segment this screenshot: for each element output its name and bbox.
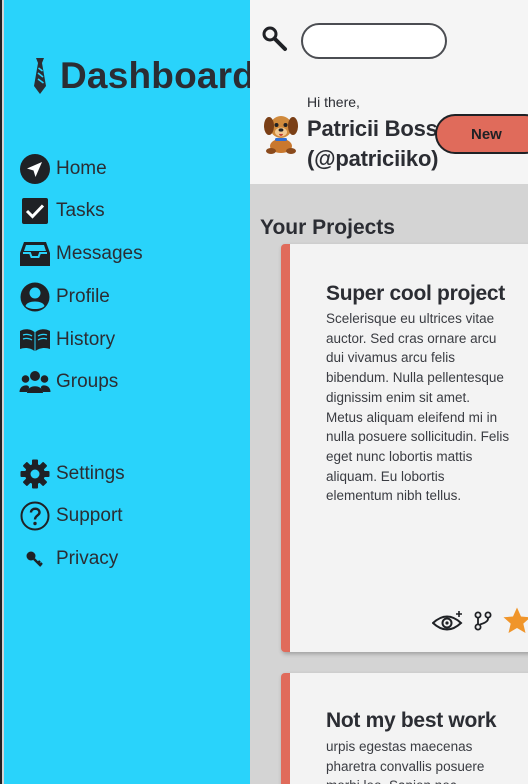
- watch-icon[interactable]: [432, 609, 464, 633]
- brand-title: Dashboard: [60, 55, 256, 96]
- sidebar-item-label: Tasks: [56, 200, 105, 221]
- help-circle-icon: [19, 500, 51, 532]
- sidebar-item-groups[interactable]: Groups: [19, 365, 239, 399]
- project-card[interactable]: Super cool project Scelerisque eu ultric…: [281, 244, 528, 652]
- sidebar-item-history[interactable]: History: [19, 323, 239, 357]
- navigation-arrow-icon: [19, 153, 51, 185]
- project-description: Scelerisque eu ultrices vitae auctor. Se…: [326, 311, 510, 504]
- checkbox-icon: [19, 195, 51, 227]
- sidebar-item-label: Profile: [56, 286, 110, 307]
- greeting-text: Hi there,: [307, 94, 360, 110]
- gear-icon: [19, 458, 51, 490]
- sidebar-item-privacy[interactable]: Privacy: [19, 542, 239, 576]
- project-title: Super cool project: [326, 282, 505, 305]
- tie-icon: [30, 56, 50, 96]
- open-book-icon: [19, 324, 51, 356]
- project-title: Not my best work: [326, 709, 497, 732]
- users-icon: [19, 366, 51, 398]
- sidebar-item-label: Groups: [56, 371, 119, 392]
- app-frame: Dashboard Home Tasks Messages Profile Hi…: [0, 0, 528, 784]
- sidebar-item-support[interactable]: Support: [19, 499, 239, 533]
- search-input[interactable]: [301, 23, 447, 59]
- fork-icon[interactable]: [474, 611, 492, 631]
- inbox-icon: [19, 238, 51, 270]
- sidebar-item-label: Support: [56, 505, 123, 526]
- avatar: [264, 112, 298, 154]
- sidebar-item-profile[interactable]: Profile: [19, 280, 239, 314]
- project-description: urpis egestas maecenas pharetra convalli…: [326, 739, 485, 784]
- section-title: Your Projects: [260, 216, 395, 239]
- user-icon: [19, 281, 51, 313]
- sidebar: Dashboard Home Tasks Messages Profile Hi…: [4, 0, 255, 784]
- new-button[interactable]: New: [435, 114, 528, 154]
- user-name: Patricii Boss: [307, 116, 438, 141]
- project-card[interactable]: Not my best work urpis egestas maecenas …: [281, 673, 528, 784]
- sidebar-item-settings[interactable]: Settings: [19, 457, 239, 491]
- sidebar-item-label: Settings: [56, 463, 125, 484]
- sidebar-item-tasks[interactable]: Tasks: [19, 194, 239, 228]
- star-icon[interactable]: [502, 606, 528, 636]
- sidebar-item-label: Privacy: [56, 548, 119, 569]
- sidebar-item-label: History: [56, 329, 116, 350]
- user-name-block: Patricii Boss (@patriciiko): [307, 114, 439, 174]
- key-icon: [19, 543, 51, 575]
- sidebar-item-label: Messages: [56, 243, 143, 264]
- search-icon[interactable]: [262, 26, 288, 52]
- user-handle: (@patriciiko): [307, 146, 439, 171]
- sidebar-item-messages[interactable]: Messages: [19, 237, 239, 271]
- project-actions: [432, 606, 528, 636]
- brand: Dashboard: [30, 52, 255, 100]
- sidebar-item-label: Home: [56, 158, 107, 179]
- sidebar-item-home[interactable]: Home: [19, 152, 239, 186]
